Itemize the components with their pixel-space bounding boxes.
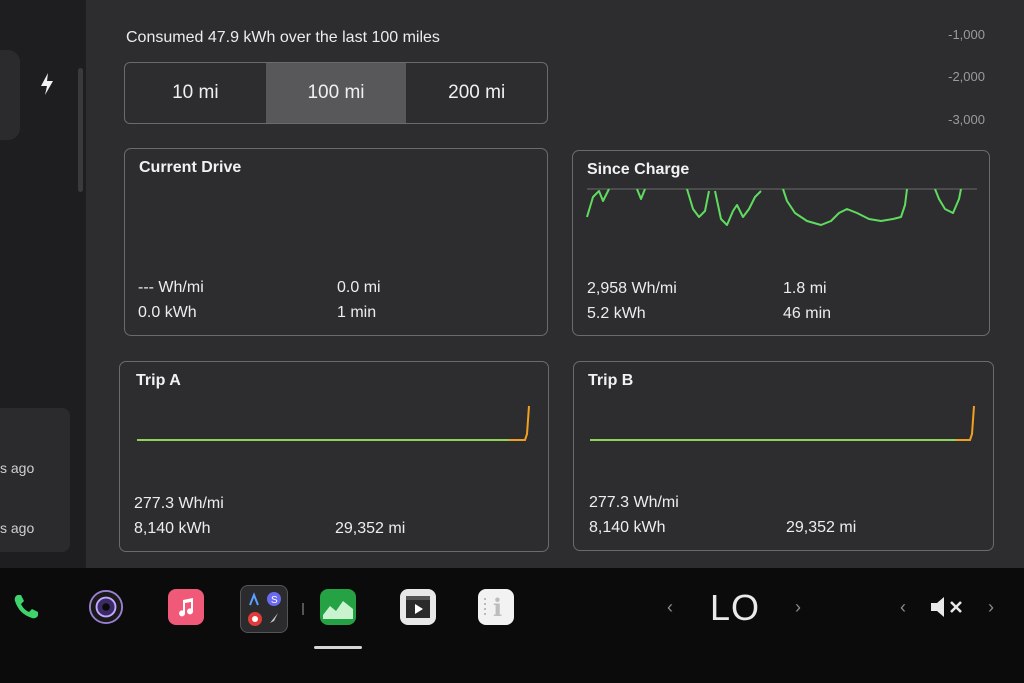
app-launcher-icon[interactable]: S — [240, 585, 288, 633]
energy-value: 8,140 kWh — [589, 519, 666, 536]
left-panel: s ago s ago — [0, 0, 86, 568]
distance-value: 29,352 mi — [335, 520, 406, 537]
efficiency-value: 277.3 Wh/mi — [134, 495, 224, 512]
svg-text:S: S — [271, 595, 278, 606]
range-selector: 10 mi 100 mi 200 mi — [124, 62, 548, 124]
efficiency-value: --- Wh/mi — [138, 279, 204, 296]
recent-list-card: s ago s ago — [0, 408, 70, 552]
y-axis-tick: -1,000 — [948, 27, 985, 42]
volume-down-icon[interactable]: ‹ — [900, 597, 906, 618]
range-10mi-button[interactable]: 10 mi — [125, 63, 266, 123]
recent-item-time: s ago — [0, 520, 35, 536]
efficiency-value: 2,958 Wh/mi — [587, 280, 677, 297]
trip-b-card[interactable]: Trip B 277.3 Wh/mi 8,140 kWh 29,352 mi — [573, 361, 994, 551]
trip-a-energy-graph — [137, 405, 530, 441]
temperature-up-icon[interactable]: › — [795, 597, 801, 618]
dock-divider — [302, 603, 304, 615]
y-axis-tick: -2,000 — [948, 69, 985, 84]
energy-app-icon[interactable] — [320, 589, 356, 625]
recent-item-time: s ago — [0, 460, 35, 476]
camera-icon[interactable] — [88, 589, 124, 625]
since-charge-energy-graph — [586, 188, 977, 226]
music-icon[interactable] — [168, 589, 204, 625]
temperature-display[interactable]: LO — [710, 587, 760, 629]
temperature-down-icon[interactable]: ‹ — [667, 597, 673, 618]
active-app-indicator — [314, 646, 362, 649]
trip-a-card[interactable]: Trip A 277.3 Wh/mi 8,140 kWh 29,352 mi — [119, 361, 549, 552]
scrollbar[interactable] — [78, 68, 83, 192]
consumption-summary: Consumed 47.9 kWh over the last 100 mile… — [126, 29, 440, 46]
energy-value: 8,140 kWh — [134, 520, 211, 537]
card-title: Since Charge — [587, 161, 690, 178]
card-title: Trip B — [588, 372, 634, 389]
card-title: Trip A — [136, 372, 181, 389]
range-200mi-button[interactable]: 200 mi — [406, 63, 547, 123]
trip-b-energy-graph — [590, 405, 975, 441]
distance-value: 29,352 mi — [786, 519, 857, 536]
energy-panel: Consumed 47.9 kWh over the last 100 mile… — [86, 0, 1024, 568]
volume-up-icon[interactable]: › — [988, 597, 994, 618]
efficiency-value: 277.3 Wh/mi — [589, 494, 679, 511]
distance-value: 0.0 mi — [337, 279, 381, 296]
energy-value: 5.2 kWh — [587, 305, 646, 322]
taskbar — [0, 568, 1024, 683]
car-image — [0, 50, 20, 140]
duration-value: 1 min — [337, 304, 377, 321]
range-100mi-button[interactable]: 100 mi — [265, 63, 407, 123]
phone-icon[interactable] — [8, 589, 44, 625]
card-title: Current Drive — [139, 159, 242, 176]
theater-icon[interactable] — [400, 589, 436, 625]
distance-value: 1.8 mi — [783, 280, 827, 297]
manual-icon[interactable]: i — [478, 589, 514, 625]
svg-text:i: i — [493, 593, 502, 622]
charging-bolt-icon — [41, 73, 53, 95]
y-axis-tick: -3,000 — [948, 112, 985, 127]
energy-value: 0.0 kWh — [138, 304, 197, 321]
volume-muted-icon[interactable] — [929, 595, 967, 619]
duration-value: 46 min — [783, 305, 832, 322]
since-charge-card[interactable]: Since Charge 2,958 Wh/mi 5.2 kWh 1.8 mi … — [572, 150, 990, 336]
current-drive-card[interactable]: Current Drive --- Wh/mi 0.0 kWh 0.0 mi 1… — [124, 148, 548, 336]
